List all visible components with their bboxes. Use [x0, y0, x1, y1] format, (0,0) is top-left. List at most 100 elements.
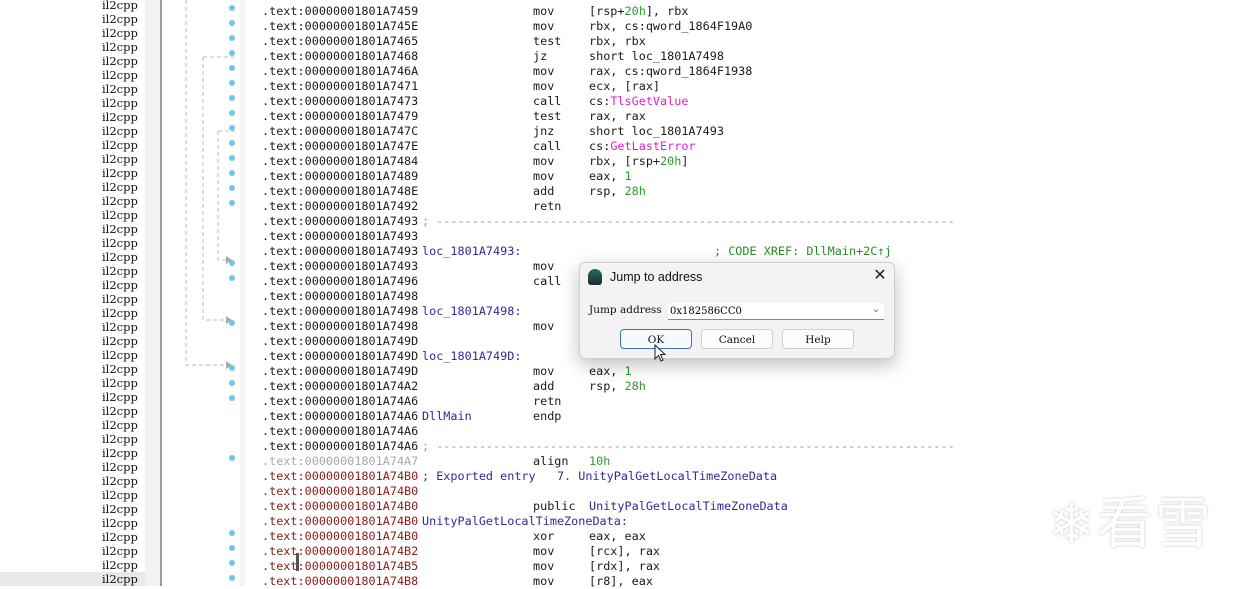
- breakpoint-dot-icon[interactable]: [229, 560, 235, 566]
- disasm-line[interactable]: .text:00000001801A7498 mov: [262, 319, 554, 334]
- breakpoint-dot-icon[interactable]: [229, 80, 235, 86]
- disasm-line[interactable]: .text:00000001801A74A6: [262, 424, 418, 439]
- disasm-line[interactable]: .text:00000001801A74B0: [262, 484, 418, 499]
- segment-cell[interactable]: il2cpp: [102, 558, 138, 572]
- segment-cell[interactable]: il2cpp: [102, 124, 138, 138]
- disasm-line[interactable]: .text:00000001801A74A2 add rsp, 28h: [262, 379, 646, 394]
- segment-cell[interactable]: il2cpp: [102, 488, 138, 502]
- breakpoint-dot-icon[interactable]: [229, 575, 235, 581]
- jump-address-input[interactable]: 0x182586CC0: [668, 303, 884, 320]
- disasm-line[interactable]: .text:00000001801A747E call cs:GetLastErro…: [262, 139, 696, 154]
- breakpoint-dot-icon[interactable]: [229, 5, 235, 11]
- segment-cell[interactable]: il2cpp: [102, 404, 138, 418]
- disasm-line[interactable]: .text:00000001801A74B0 public UnityPalGetL…: [262, 499, 788, 514]
- code-label[interactable]: DllMain: [422, 409, 472, 424]
- disasm-line[interactable]: .text:00000001801A74A7 align 10h: [262, 454, 610, 469]
- cancel-button[interactable]: Cancel: [701, 329, 773, 349]
- breakpoint-dot-icon[interactable]: [229, 155, 235, 161]
- segment-cell[interactable]: il2cpp: [102, 222, 138, 236]
- segment-cell[interactable]: il2cpp: [102, 26, 138, 40]
- segment-cell[interactable]: il2cpp: [102, 432, 138, 446]
- segment-cell[interactable]: il2cpp: [102, 166, 138, 180]
- segment-cell[interactable]: il2cpp: [102, 264, 138, 278]
- close-icon[interactable]: ✕: [870, 266, 890, 286]
- segment-cell[interactable]: il2cpp: [102, 334, 138, 348]
- disasm-line[interactable]: .text:00000001801A7479 test rax, rax: [262, 109, 646, 124]
- disasm-line[interactable]: .text:00000001801A749D: [262, 334, 418, 349]
- code-label[interactable]: UnityPalGetLocalTimeZoneData:: [422, 514, 628, 529]
- segment-cell[interactable]: il2cpp: [102, 348, 138, 362]
- disasm-line[interactable]: .text:00000001801A7468 jz short loc_1801A7…: [262, 49, 724, 64]
- segment-cell[interactable]: il2cpp: [102, 376, 138, 390]
- panel-scrollbar[interactable]: [145, 0, 299, 586]
- segment-cell[interactable]: il2cpp: [102, 236, 138, 250]
- segment-cell[interactable]: il2cpp: [102, 152, 138, 166]
- disasm-line[interactable]: .text:00000001801A7489 mov eax, 1: [262, 169, 632, 184]
- breakpoint-dot-icon[interactable]: [229, 395, 235, 401]
- segment-cell[interactable]: il2cpp: [102, 530, 138, 544]
- disasm-line[interactable]: .text:00000001801A74B8 mov [r8], eax: [262, 574, 653, 589]
- breakpoint-dot-icon[interactable]: [229, 125, 235, 131]
- segment-cell[interactable]: il2cpp: [102, 362, 138, 376]
- disasm-line[interactable]: .text:00000001801A74B5 mov [rdx], rax: [262, 559, 660, 574]
- help-button[interactable]: Help: [782, 329, 854, 349]
- breakpoint-dot-icon[interactable]: [229, 455, 235, 461]
- breakpoint-dot-icon[interactable]: [229, 35, 235, 41]
- breakpoint-dot-icon[interactable]: [229, 185, 235, 191]
- operand-part[interactable]: GetLastError: [610, 139, 695, 153]
- segment-cell[interactable]: il2cpp: [102, 54, 138, 68]
- segment-cell[interactable]: il2cpp: [102, 138, 138, 152]
- breakpoint-dot-icon[interactable]: [229, 275, 235, 281]
- segment-cell[interactable]: il2cpp: [102, 194, 138, 208]
- disasm-line[interactable]: .text:00000001801A74B0 xor eax, eax: [262, 529, 646, 544]
- segment-cell[interactable]: il2cpp: [102, 180, 138, 194]
- disasm-line[interactable]: .text:00000001801A74B0 UnityPalGetLocalTi…: [262, 514, 628, 529]
- breakpoint-dot-icon[interactable]: [229, 110, 235, 116]
- disasm-line[interactable]: .text:00000001801A746A mov rax, cs:qword_1…: [262, 64, 752, 79]
- code-label[interactable]: loc_1801A749D:: [422, 349, 521, 364]
- disasm-line[interactable]: .text:00000001801A747C jnz short loc_1801A…: [262, 124, 724, 139]
- chevron-down-icon[interactable]: ⌄: [872, 304, 880, 315]
- breakpoint-dot-icon[interactable]: [229, 65, 235, 71]
- segment-cell[interactable]: il2cpp: [102, 516, 138, 530]
- operand-part[interactable]: TlsGetValue: [610, 94, 688, 108]
- disasm-line[interactable]: .text:00000001801A7498: [262, 289, 418, 304]
- disasm-line[interactable]: .text:00000001801A749D loc_1801A749D:: [262, 349, 521, 364]
- disasm-line[interactable]: .text:00000001801A74B0; Exported entry 7…: [262, 469, 777, 484]
- disasm-line[interactable]: .text:00000001801A7493 loc_1801A7493: ; CO…: [262, 244, 892, 259]
- segment-cell[interactable]: il2cpp: [102, 250, 138, 264]
- segment-cell[interactable]: il2cpp: [102, 320, 138, 334]
- segment-cell[interactable]: il2cpp: [102, 278, 138, 292]
- segment-cell[interactable]: il2cpp: [102, 292, 138, 306]
- operand-part[interactable]: UnityPalGetLocalTimeZoneData: [589, 499, 788, 513]
- segment-cell[interactable]: il2cpp: [102, 0, 138, 12]
- breakpoint-dot-icon[interactable]: [229, 200, 235, 206]
- breakpoint-dot-icon[interactable]: [229, 320, 235, 326]
- disasm-line[interactable]: .text:00000001801A7459 mov [rsp+20h], rbx: [262, 4, 688, 19]
- segment-cell[interactable]: il2cpp: [102, 208, 138, 222]
- disasm-line[interactable]: .text:00000001801A74A6 DllMain endp: [262, 409, 561, 424]
- segment-cell[interactable]: il2cpp: [102, 460, 138, 474]
- disasm-line[interactable]: .text:00000001801A749D mov eax, 1: [262, 364, 632, 379]
- breakpoint-dot-icon[interactable]: [229, 50, 235, 56]
- disasm-line[interactable]: .text:00000001801A7492 retn: [262, 199, 561, 214]
- breakpoint-dot-icon[interactable]: [229, 20, 235, 26]
- disasm-line[interactable]: .text:00000001801A745E mov rbx, cs:qword_1…: [262, 19, 752, 34]
- segment-cell[interactable]: il2cpp: [102, 110, 138, 124]
- segment-cell[interactable]: il2cpp: [102, 418, 138, 432]
- disasm-line[interactable]: .text:00000001801A7484 mov rbx, [rsp+20h]: [262, 154, 688, 169]
- segment-cell[interactable]: il2cpp: [102, 40, 138, 54]
- breakpoint-dot-icon[interactable]: [229, 545, 235, 551]
- disasm-line[interactable]: .text:00000001801A7471 mov ecx, [rax]: [262, 79, 660, 94]
- disasm-line[interactable]: .text:00000001801A7465 test rbx, rbx: [262, 34, 646, 49]
- code-label[interactable]: ; Exported entry 7. UnityPalGetLocalTime…: [422, 469, 777, 484]
- disasm-line[interactable]: .text:00000001801A74A6; ----------------…: [262, 439, 955, 454]
- segment-cell[interactable]: il2cpp: [102, 68, 138, 82]
- segment-cell[interactable]: il2cpp: [102, 390, 138, 404]
- disasm-line[interactable]: .text:00000001801A74A6 retn: [262, 394, 561, 409]
- segment-cell[interactable]: il2cpp: [0, 572, 145, 586]
- segment-cell[interactable]: il2cpp: [102, 474, 138, 488]
- breakpoint-dot-icon[interactable]: [229, 260, 235, 266]
- segment-cell[interactable]: il2cpp: [102, 544, 138, 558]
- xref-comment[interactable]: ; CODE XREF: DllMain+2C↑j: [714, 244, 892, 259]
